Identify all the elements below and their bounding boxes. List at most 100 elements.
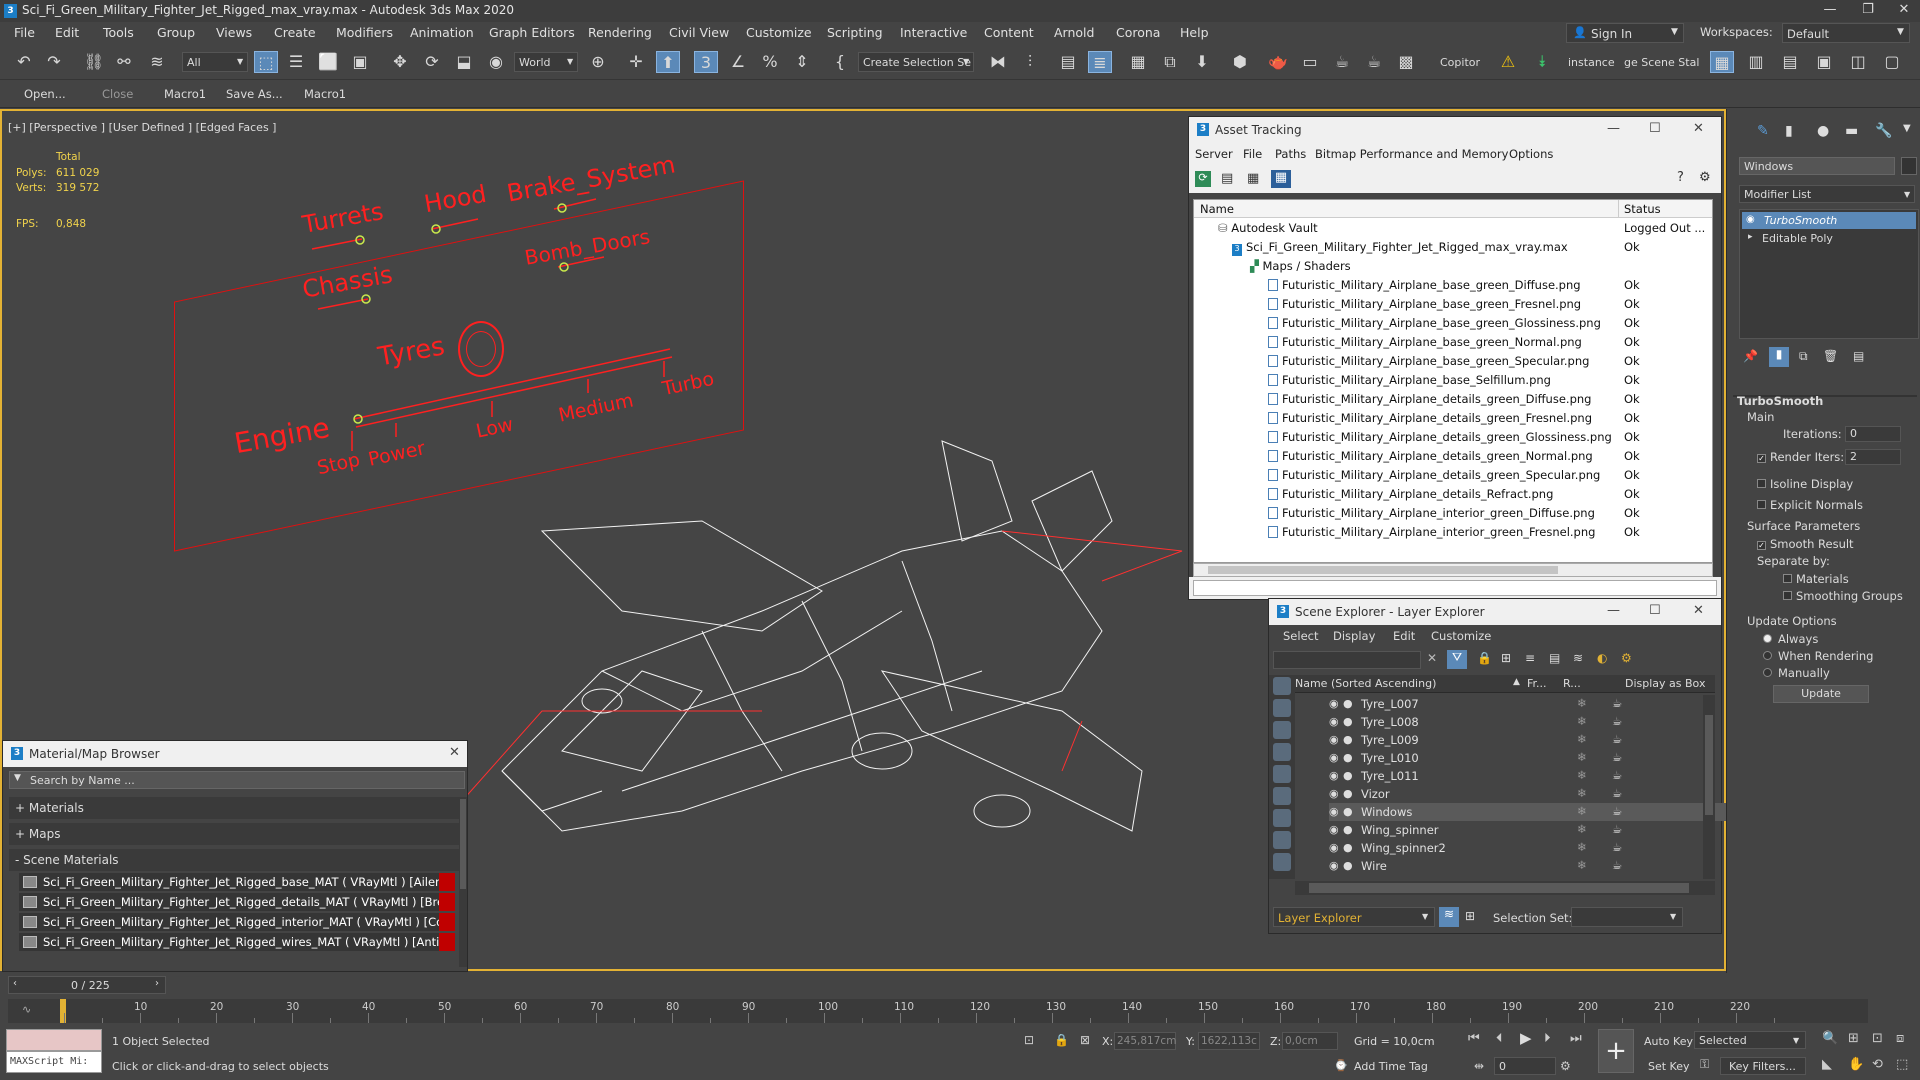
scroll-thumb[interactable] <box>460 799 466 889</box>
viewport-layout-icon[interactable]: ▦ <box>1710 51 1734 73</box>
select-layer-icon[interactable]: ▤ <box>1549 651 1560 665</box>
absolute-mode-icon[interactable]: ⊠ <box>1080 1033 1090 1047</box>
spinner-snap-icon[interactable]: ⇕ <box>790 51 814 73</box>
renderable-teapot-icon[interactable]: ☕ <box>1612 714 1622 728</box>
material-browser-titlebar[interactable]: 3 Material/Map Browser ✕ <box>3 741 467 767</box>
at-menu-options[interactable]: Options <box>1509 147 1553 161</box>
display-geometry-icon[interactable] <box>1273 677 1291 695</box>
freeze-icon[interactable]: ❄ <box>1577 858 1587 872</box>
open-button[interactable]: Open... <box>24 87 66 101</box>
toggle-scene-explorer-icon[interactable]: ▤ <box>1056 51 1080 73</box>
renderable-teapot-icon[interactable]: ☕ <box>1612 786 1622 800</box>
freeze-icon[interactable]: ❄ <box>1577 840 1587 854</box>
maps-section[interactable]: + Maps <box>9 823 465 845</box>
hierarchy-tab-icon[interactable]: ● <box>1817 123 1829 139</box>
asset-row-map[interactable]: Futuristic_Military_Airplane_base_green_… <box>1194 333 1712 352</box>
undo-icon[interactable]: ↶ <box>12 51 36 73</box>
time-config-icon[interactable]: ⚙ <box>1560 1059 1571 1073</box>
asset-row-file[interactable]: 3 Sci_Fi_Green_Military_Fighter_Jet_Rigge… <box>1194 238 1712 257</box>
freeze-icon[interactable]: ❄ <box>1577 714 1587 728</box>
render-dot-icon[interactable]: ● <box>1343 733 1353 746</box>
menu-edit[interactable]: Edit <box>55 25 79 40</box>
close-button[interactable]: ✕ <box>1693 121 1704 136</box>
highlight-icon[interactable]: ◐ <box>1597 651 1607 665</box>
select-by-name-icon[interactable]: ☰ <box>284 51 308 73</box>
menu-animation[interactable]: Animation <box>410 25 474 40</box>
list-view-icon[interactable]: ▤ <box>1221 171 1233 186</box>
rendered-frame-window-icon[interactable]: ▭ <box>1298 51 1322 73</box>
at-menu-bitmap[interactable]: Bitmap Performance and Memory <box>1315 147 1508 161</box>
chevron-right-icon[interactable]: › <box>155 978 159 989</box>
restore-button[interactable]: ❐ <box>1848 2 1888 20</box>
pivot-center-icon[interactable]: ⊕ <box>586 51 610 73</box>
material-search-bar[interactable]: ▼ Search by Name ... <box>9 771 465 789</box>
se-layer-row[interactable]: ◉●Wire❄☕⬡ <box>1329 857 1759 875</box>
eye-icon[interactable]: ◉ <box>1329 787 1339 800</box>
keyboard-shortcut-override-icon[interactable]: ⬆ <box>656 51 680 73</box>
eye-icon[interactable]: ◉ <box>1329 841 1339 854</box>
render-dot-icon[interactable]: ● <box>1343 697 1353 710</box>
redo-icon[interactable]: ↷ <box>42 51 66 73</box>
stack-item-turbosmooth[interactable]: ◉ TurboSmooth <box>1742 212 1916 229</box>
create-tab-icon[interactable]: ✎ <box>1757 123 1769 139</box>
layout-d-icon[interactable]: ◫ <box>1846 51 1870 73</box>
turbosmooth-rollout-title[interactable]: TurboSmooth <box>1737 394 1823 408</box>
window-crossing-icon[interactable]: ▣ <box>348 51 372 73</box>
maximize-button[interactable]: ☐ <box>1649 121 1661 136</box>
freeze-icon[interactable]: ❄ <box>1577 696 1587 710</box>
render-iterative-icon[interactable]: ☕ <box>1362 51 1386 73</box>
percent-snap-icon[interactable]: % <box>758 51 782 73</box>
asset-row-map[interactable]: Futuristic_Military_Airplane_details_gre… <box>1194 390 1712 409</box>
refresh-icon[interactable]: ⟳ <box>1195 171 1211 187</box>
update-manually-radio[interactable]: Manually <box>1763 666 1830 680</box>
go-to-start-icon[interactable]: ⏮ <box>1468 1031 1480 1046</box>
x-coord-field[interactable]: 245,817cm <box>1114 1032 1176 1050</box>
add-time-tag-button[interactable]: Add Time Tag <box>1354 1060 1428 1073</box>
detail-view-icon[interactable]: ▦ <box>1247 171 1259 186</box>
freeze-icon[interactable]: ❄ <box>1577 822 1587 836</box>
menu-views[interactable]: Views <box>216 25 252 40</box>
col-status[interactable]: Status <box>1624 202 1661 216</box>
scene-material-item[interactable]: Sci_Fi_Green_Military_Fighter_Jet_Rigged… <box>19 913 455 931</box>
se-layer-row[interactable]: ◉●Tyre_L009❄☕⬡ <box>1329 731 1759 749</box>
render-dot-icon[interactable]: ● <box>1343 823 1353 836</box>
placement-icon[interactable]: ◉ <box>484 51 508 73</box>
renderable-teapot-icon[interactable]: ☕ <box>1612 822 1622 836</box>
previous-frame-icon[interactable]: ⏴ <box>1496 1031 1503 1046</box>
scroll-thumb[interactable] <box>1309 883 1689 893</box>
reference-coord-dropdown[interactable]: World ▼ <box>514 52 578 72</box>
se-layer-row[interactable]: ◉●Vizor❄☕⬡ <box>1329 785 1759 803</box>
se-layer-row[interactable]: ◉●Wing_spinner2❄☕⬡ <box>1329 839 1759 857</box>
se-col-display-box[interactable]: Display as Box <box>1625 677 1705 690</box>
freeze-icon[interactable]: ❄ <box>1577 768 1587 782</box>
save-as-button[interactable]: Save As... <box>226 87 283 101</box>
rotate-icon[interactable]: ⟳ <box>420 51 444 73</box>
render-iters-spinner[interactable]: 2 <box>1845 449 1901 465</box>
toggle-layer-explorer-icon[interactable]: ≣ <box>1088 51 1112 73</box>
asset-path-field[interactable] <box>1193 580 1717 596</box>
minimize-button[interactable]: — <box>1607 603 1620 618</box>
mirror-icon[interactable]: ⧓ <box>986 51 1010 73</box>
menu-scripting[interactable]: Scripting <box>827 25 883 40</box>
zoom-extents-all-icon[interactable]: ⧈ <box>1896 1031 1904 1046</box>
z-coord-field[interactable]: 0,0cm <box>1282 1032 1338 1050</box>
orbit-icon[interactable]: ⟲ <box>1872 1057 1883 1072</box>
layers-toggle-icon[interactable]: ≋ <box>1439 907 1459 927</box>
layers-icon[interactable]: ≋ <box>1573 651 1583 665</box>
sign-in-dropdown[interactable]: 👤 Sign In ▼ <box>1566 23 1684 43</box>
eye-icon[interactable]: ◉ <box>1746 214 1755 225</box>
smooth-result-checkbox[interactable]: ✓ Smooth Result <box>1757 537 1854 551</box>
expand-arrow-icon[interactable]: ▸ <box>1748 232 1753 242</box>
render-dot-icon[interactable]: ● <box>1343 751 1353 764</box>
help-icon[interactable]: ? <box>1677 170 1684 185</box>
set-key-plus-button[interactable]: + <box>1598 1029 1634 1073</box>
at-menu-file[interactable]: File <box>1243 147 1262 161</box>
asset-row-vault[interactable]: ⛁ Autodesk Vault Logged Out ... <box>1194 219 1712 238</box>
se-col-freeze[interactable]: Fr... <box>1527 677 1547 690</box>
y-coord-field[interactable]: 1622,113c <box>1198 1032 1260 1050</box>
remove-modifier-icon[interactable]: 🗑 <box>1823 349 1838 363</box>
bind-space-warp-icon[interactable]: ≋ <box>145 51 169 73</box>
pin-stack-icon[interactable]: 📌 <box>1743 349 1758 363</box>
table-view-icon[interactable]: ▦ <box>1271 170 1291 188</box>
play-icon[interactable]: ▶ <box>1520 1029 1532 1047</box>
